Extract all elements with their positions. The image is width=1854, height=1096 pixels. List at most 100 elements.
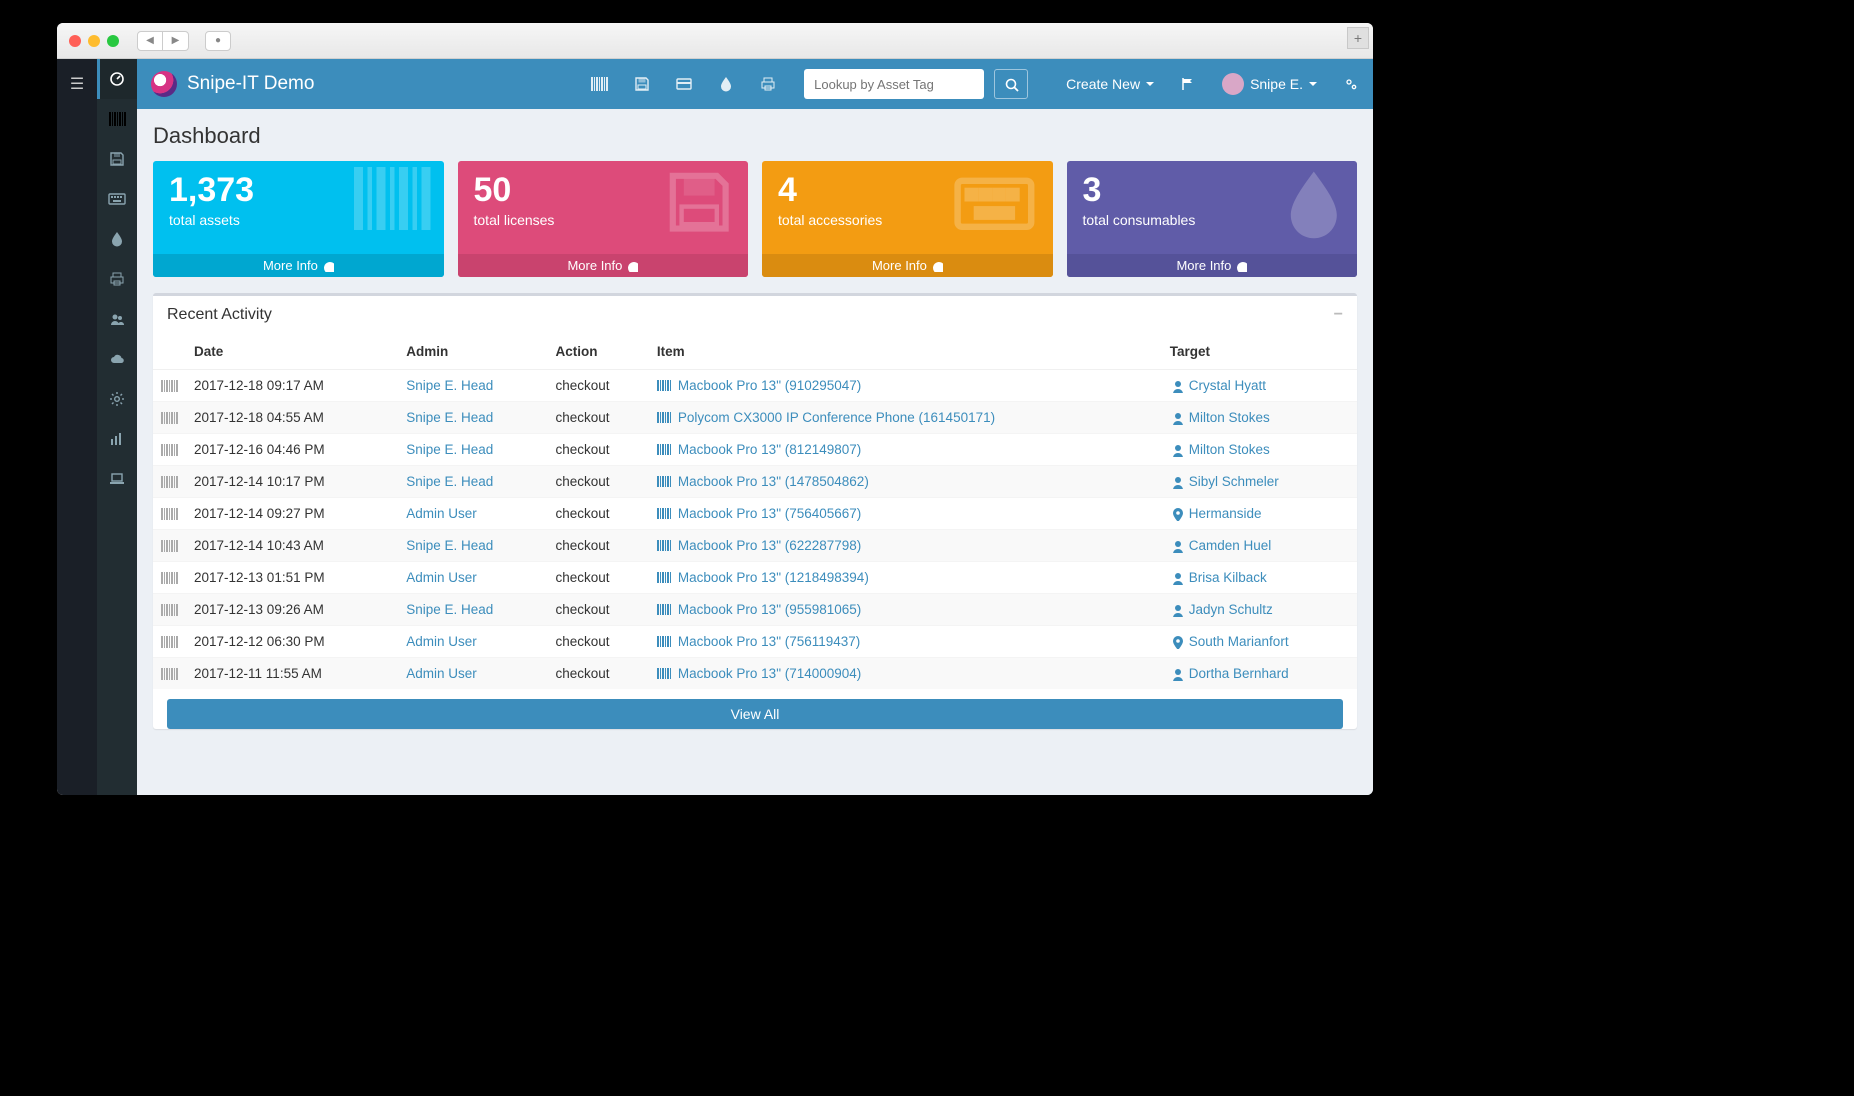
sidebar-item-components[interactable] xyxy=(97,259,137,299)
topbar-admin-settings-icon[interactable] xyxy=(1343,76,1359,92)
topbar-licenses-icon[interactable] xyxy=(634,76,650,92)
sidebar-item-people[interactable] xyxy=(97,299,137,339)
user-menu-dropdown[interactable]: Snipe E. xyxy=(1222,73,1317,95)
col-admin: Admin xyxy=(398,334,547,370)
sidebar-item-consumables[interactable] xyxy=(97,219,137,259)
cell-action: checkout xyxy=(547,466,648,498)
sidebar-item-accessories[interactable] xyxy=(97,179,137,219)
col-action: Action xyxy=(547,334,648,370)
sidebar-item-licenses[interactable] xyxy=(97,139,137,179)
table-row: 2017-12-11 11:55 AM Admin User checkout Mac… xyxy=(153,658,1357,690)
item-link[interactable]: Macbook Pro 13" (812149807) xyxy=(678,442,861,457)
stats-row: 1,373 total assets More Info 50 total li… xyxy=(153,161,1357,277)
stat-box-licenses[interactable]: 50 total licenses More Info xyxy=(458,161,749,277)
target-link[interactable]: Hermanside xyxy=(1189,506,1262,521)
new-tab-button[interactable]: + xyxy=(1347,27,1369,49)
browser-window: ◀ ▶ ● + ☰ Snipe-IT Demo xyxy=(57,23,1373,795)
maximize-window-button[interactable] xyxy=(107,35,119,47)
target-link[interactable]: Milton Stokes xyxy=(1189,442,1270,457)
stat-accessories-more-link[interactable]: More Info xyxy=(762,254,1053,277)
sidebar-item-assets[interactable] xyxy=(97,99,137,139)
cell-action: checkout xyxy=(547,402,648,434)
admin-link[interactable]: Admin User xyxy=(406,506,477,521)
item-link[interactable]: Macbook Pro 13" (756119437) xyxy=(678,634,860,649)
target-link[interactable]: Brisa Kilback xyxy=(1189,570,1267,585)
minimize-window-button[interactable] xyxy=(88,35,100,47)
cell-date: 2017-12-14 10:43 AM xyxy=(186,530,398,562)
topbar-assets-icon[interactable] xyxy=(591,77,608,91)
admin-link[interactable]: Snipe E. Head xyxy=(406,602,493,617)
item-link[interactable]: Polycom CX3000 IP Conference Phone (1614… xyxy=(678,410,995,425)
create-new-dropdown[interactable]: Create New xyxy=(1066,76,1154,92)
item-link[interactable]: Macbook Pro 13" (1478504862) xyxy=(678,474,869,489)
cell-action: checkout xyxy=(547,658,648,690)
cell-action: checkout xyxy=(547,498,648,530)
cell-item: Macbook Pro 13" (756405667) xyxy=(649,498,1162,530)
topbar-components-icon[interactable] xyxy=(760,76,776,92)
target-link[interactable]: Jadyn Schultz xyxy=(1189,602,1273,617)
stat-licenses-more-link[interactable]: More Info xyxy=(458,254,749,277)
barcode-icon xyxy=(657,604,672,615)
item-link[interactable]: Macbook Pro 13" (910295047) xyxy=(678,378,861,393)
sidebar-collapse-strip: ☰ xyxy=(57,59,97,795)
item-link[interactable]: Macbook Pro 13" (756405667) xyxy=(678,506,861,521)
create-new-label: Create New xyxy=(1066,76,1140,92)
panel-collapse-button[interactable]: − xyxy=(1334,306,1343,324)
stat-assets-more-link[interactable]: More Info xyxy=(153,254,444,277)
topbar-consumables-icon[interactable] xyxy=(718,76,734,92)
brand[interactable]: Snipe-IT Demo xyxy=(151,71,314,97)
search-button[interactable] xyxy=(994,69,1028,99)
admin-link[interactable]: Admin User xyxy=(406,634,477,649)
admin-link[interactable]: Snipe E. Head xyxy=(406,442,493,457)
sidebar-item-settings[interactable] xyxy=(97,379,137,419)
cell-admin: Admin User xyxy=(398,658,547,690)
barcode-icon xyxy=(657,444,672,455)
location-icon xyxy=(1170,635,1183,649)
cell-date: 2017-12-14 10:17 PM xyxy=(186,466,398,498)
view-all-button[interactable]: View All xyxy=(167,699,1343,729)
keyboard-icon xyxy=(953,167,1043,237)
stat-consumables-more-link[interactable]: More Info xyxy=(1067,254,1358,277)
stat-box-consumables[interactable]: 3 total consumables More Info xyxy=(1067,161,1358,277)
item-link[interactable]: Macbook Pro 13" (955981065) xyxy=(678,602,861,617)
item-link[interactable]: Macbook Pro 13" (622287798) xyxy=(678,538,861,553)
stat-box-assets[interactable]: 1,373 total assets More Info xyxy=(153,161,444,277)
row-type-icon xyxy=(153,658,186,690)
table-row: 2017-12-14 10:17 PM Snipe E. Head checkout… xyxy=(153,466,1357,498)
cell-date: 2017-12-11 11:55 AM xyxy=(186,658,398,690)
target-link[interactable]: South Marianfort xyxy=(1189,634,1289,649)
asset-tag-search-input[interactable] xyxy=(804,69,984,99)
sidebar-item-dashboard[interactable] xyxy=(97,59,137,99)
cell-admin: Snipe E. Head xyxy=(398,434,547,466)
cell-target: South Marianfort xyxy=(1162,626,1357,658)
browser-forward-button[interactable]: ▶ xyxy=(163,31,189,51)
target-link[interactable]: Milton Stokes xyxy=(1189,410,1270,425)
admin-link[interactable]: Snipe E. Head xyxy=(406,378,493,393)
admin-link[interactable]: Snipe E. Head xyxy=(406,410,493,425)
cell-target: Camden Huel xyxy=(1162,530,1357,562)
admin-link[interactable]: Snipe E. Head xyxy=(406,474,493,489)
close-window-button[interactable] xyxy=(69,35,81,47)
target-link[interactable]: Sibyl Schmeler xyxy=(1189,474,1279,489)
stat-box-accessories[interactable]: 4 total accessories More Info xyxy=(762,161,1053,277)
item-link[interactable]: Macbook Pro 13" (1218498394) xyxy=(678,570,869,585)
barcode-icon xyxy=(657,380,672,391)
admin-link[interactable]: Admin User xyxy=(406,570,477,585)
hamburger-menu-button[interactable]: ☰ xyxy=(57,59,97,109)
target-link[interactable]: Crystal Hyatt xyxy=(1189,378,1266,393)
topbar-alerts-icon[interactable] xyxy=(1180,76,1196,92)
cell-date: 2017-12-18 09:17 AM xyxy=(186,370,398,402)
sidebar-item-requestable[interactable] xyxy=(97,459,137,499)
browser-back-button[interactable]: ◀ xyxy=(137,31,163,51)
item-link[interactable]: Macbook Pro 13" (714000904) xyxy=(678,666,861,681)
sidebar-item-import[interactable] xyxy=(97,339,137,379)
target-link[interactable]: Camden Huel xyxy=(1189,538,1272,553)
browser-extension-button[interactable]: ● xyxy=(205,31,231,51)
cell-target: Brisa Kilback xyxy=(1162,562,1357,594)
topbar-accessories-icon[interactable] xyxy=(676,76,692,92)
sidebar-item-reports[interactable] xyxy=(97,419,137,459)
target-link[interactable]: Dortha Bernhard xyxy=(1189,666,1289,681)
admin-link[interactable]: Admin User xyxy=(406,666,477,681)
admin-link[interactable]: Snipe E. Head xyxy=(406,538,493,553)
floppy-icon xyxy=(664,167,738,241)
